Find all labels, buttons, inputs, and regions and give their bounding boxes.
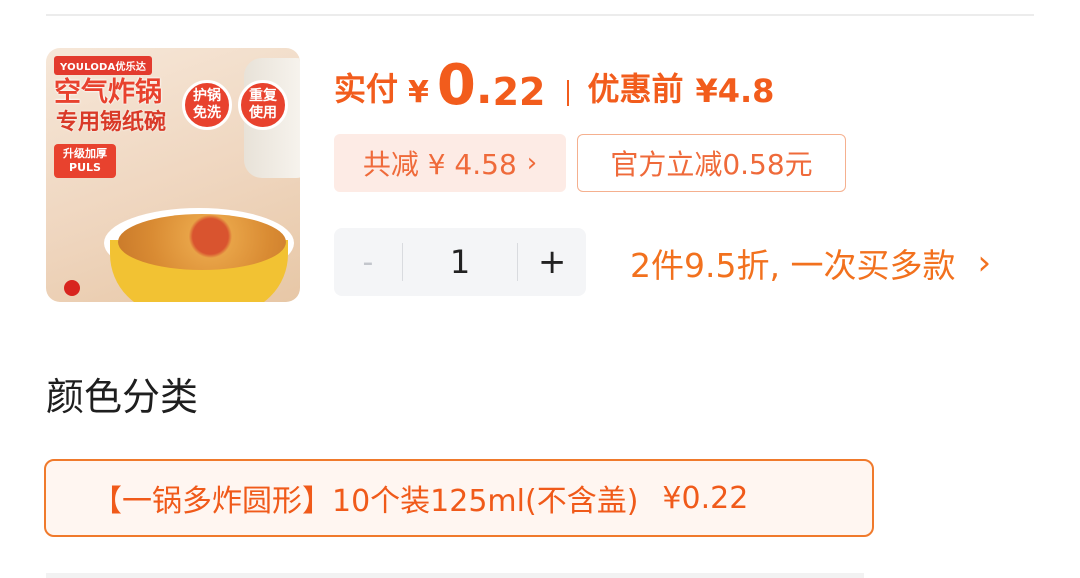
badge-upgrade: 升级加厚 PULS bbox=[54, 144, 116, 178]
thumbnail-headline: 空气炸锅 bbox=[54, 77, 162, 108]
badge-reuse: 重复 使用 bbox=[238, 80, 288, 130]
original-price-value: ¥4.8 bbox=[695, 72, 775, 110]
price-row: 实付 ¥ 0 . 22 优惠前 ¥4.8 bbox=[334, 48, 774, 118]
product-thumbnail[interactable]: YOULODA优乐达 空气炸锅 专用锡纸碗 护锅 免洗 重复 使用 升级加厚 P… bbox=[46, 48, 300, 302]
chevron-right-icon: › bbox=[977, 243, 992, 283]
paid-price-integer: 0 bbox=[436, 53, 476, 118]
tomato-graphic bbox=[64, 280, 80, 296]
sku-option-label: 【一锅多炸圆形】10个装125ml(不含盖) bbox=[92, 484, 639, 519]
badge-protect: 护锅 免洗 bbox=[182, 80, 232, 130]
sku-option-selected[interactable]: 【一锅多炸圆形】10个装125ml(不含盖) ¥0.22 bbox=[44, 459, 874, 537]
total-discount-label: 共减 ¥ 4.58 bbox=[362, 148, 517, 181]
increase-button[interactable]: + bbox=[518, 242, 586, 282]
paid-label: 实付 bbox=[334, 70, 399, 108]
official-discount-label: 官方立减0.58元 bbox=[610, 148, 813, 181]
thumbnail-subline: 专用锡纸碗 bbox=[56, 110, 167, 135]
multibuy-label: 2件9.5折, 一次买多款 bbox=[630, 246, 956, 285]
top-divider bbox=[46, 14, 1034, 16]
chevron-right-icon: › bbox=[526, 148, 538, 178]
original-price-label: 优惠前 bbox=[587, 70, 684, 108]
sku-option-price: ¥0.22 bbox=[662, 480, 749, 516]
pasta-graphic bbox=[118, 214, 286, 270]
brand-logo: YOULODA优乐达 bbox=[54, 56, 153, 75]
bottom-divider bbox=[46, 573, 864, 578]
price-separator bbox=[567, 80, 570, 106]
paid-currency: ¥ bbox=[408, 75, 429, 110]
decrease-button[interactable]: - bbox=[334, 245, 402, 280]
total-discount-button[interactable]: 共减 ¥ 4.58 › bbox=[334, 134, 566, 192]
paid-price-dot: . bbox=[475, 63, 493, 114]
quantity-stepper: - 1 + bbox=[334, 228, 586, 296]
section-title-color: 颜色分类 bbox=[46, 375, 199, 419]
multibuy-link[interactable]: 2件9.5折, 一次买多款 › bbox=[630, 238, 991, 288]
paid-price-decimal: 22 bbox=[492, 70, 546, 114]
official-discount-tag: 官方立减0.58元 bbox=[577, 134, 846, 192]
quantity-input[interactable]: 1 bbox=[403, 243, 517, 281]
